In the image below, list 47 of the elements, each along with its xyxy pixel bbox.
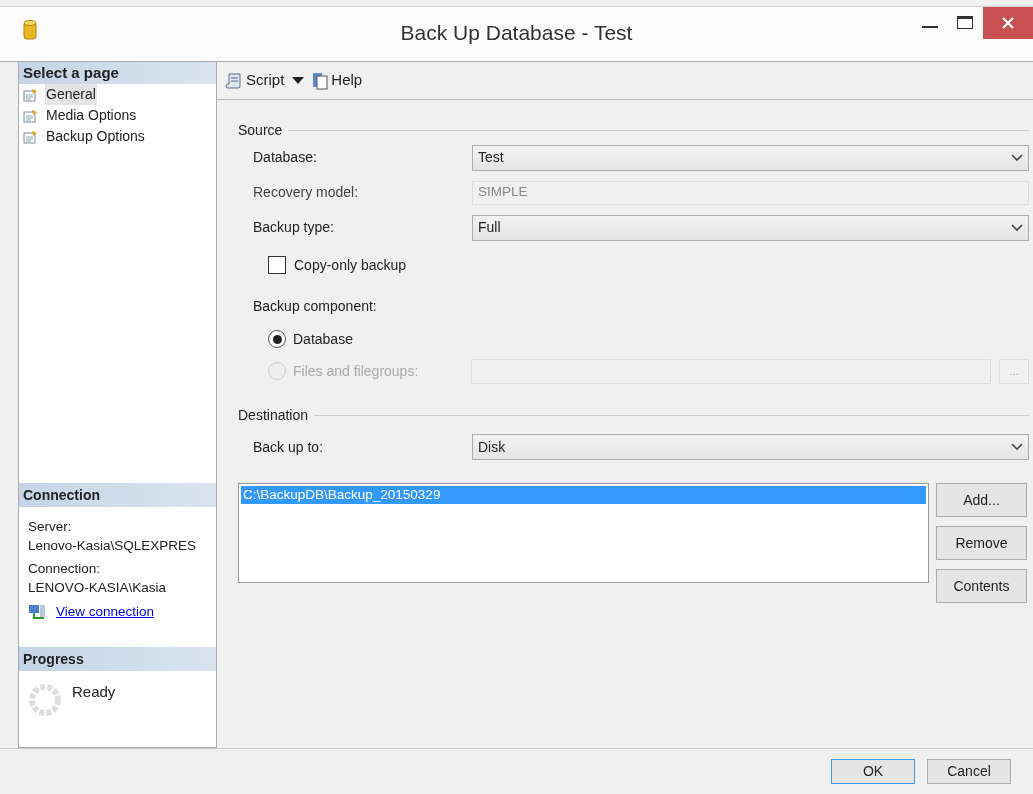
field-label: Database:: [253, 148, 318, 167]
database-icon: [23, 19, 37, 41]
connection-name: LENOVO-KASIA\Kasia: [28, 579, 168, 597]
group-title: Destination: [238, 405, 309, 425]
section-header: Select a page: [19, 62, 216, 84]
group-title: Source: [238, 120, 283, 140]
help-button[interactable]: Help: [312, 69, 363, 92]
radio-label: Database: [293, 329, 354, 349]
close-button[interactable]: [983, 7, 1033, 39]
field-label: Recovery model:: [253, 183, 360, 202]
connection-label: Connection:: [28, 560, 102, 578]
server-name: Lenovo-Kasia\SQLEXPRES: [28, 537, 198, 555]
page-item[interactable]: General: [45, 84, 97, 105]
chevron-down-icon: [1011, 153, 1023, 162]
progress-status: Ready: [72, 682, 116, 702]
chevron-down-icon: [1011, 223, 1023, 232]
radio-button[interactable]: [268, 330, 286, 348]
network-icon: [28, 603, 46, 620]
script-button[interactable]: Script: [225, 69, 285, 92]
page-icon: [23, 87, 39, 102]
checkbox[interactable]: [268, 256, 286, 274]
chevron-down-icon: [1011, 443, 1023, 451]
list-action-button[interactable]: Contents: [936, 569, 1027, 603]
page-icon: [23, 108, 39, 123]
field-label: Backup type:: [253, 218, 335, 237]
list-action-button[interactable]: Add...: [936, 483, 1027, 517]
dialog-button[interactable]: OK: [831, 759, 915, 784]
list-action-button[interactable]: Remove: [936, 526, 1027, 560]
dropdown-field[interactable]: Disk: [472, 434, 1029, 460]
field-label: Backup component:: [252, 296, 378, 316]
spinner-icon: [28, 683, 62, 717]
window-title: Back Up Database - Test: [399, 20, 634, 46]
section-header: Connection: [19, 483, 216, 507]
page-icon: [23, 129, 39, 144]
close-icon: [1002, 17, 1014, 29]
view-connection-link[interactable]: View connection: [56, 602, 155, 621]
field-label: Back up to:: [253, 437, 325, 457]
server-label: Server:: [28, 518, 73, 536]
dropdown-arrow-icon[interactable]: [292, 76, 305, 85]
radio-label: Files and filegroups:: [293, 361, 420, 381]
dialog-button[interactable]: Cancel: [927, 759, 1011, 784]
section-header: Progress: [19, 647, 216, 671]
help-document-icon: [312, 71, 329, 90]
dropdown-field[interactable]: Test: [472, 144, 1029, 171]
scroll-icon: [225, 71, 243, 90]
dropdown-field[interactable]: Full: [472, 214, 1029, 241]
checkbox-label: Copy-only backup: [294, 255, 407, 275]
